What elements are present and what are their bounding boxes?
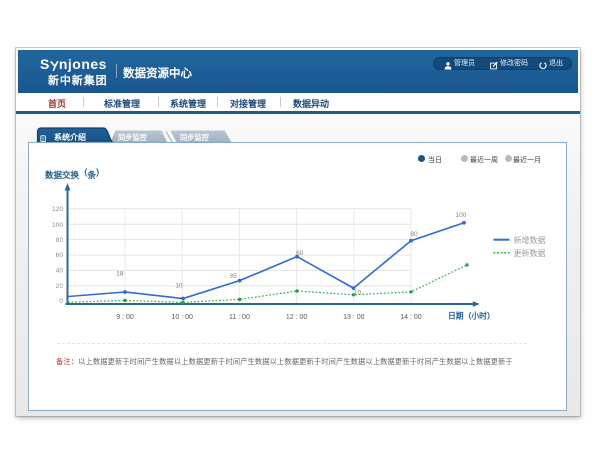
svg-text:9 : 00: 9 : 00 bbox=[116, 314, 134, 321]
svg-text:40: 40 bbox=[56, 267, 64, 274]
svg-text:日期（小时）: 日期（小时） bbox=[448, 311, 495, 321]
svg-text:80: 80 bbox=[410, 231, 418, 238]
svg-text:新增数据: 新增数据 bbox=[514, 235, 546, 245]
svg-text:60: 60 bbox=[56, 252, 64, 259]
svg-text:系统介绍: 系统介绍 bbox=[54, 132, 86, 142]
svg-text:13 : 00: 13 : 00 bbox=[343, 314, 365, 321]
svg-text:120: 120 bbox=[52, 206, 63, 213]
svg-text:100: 100 bbox=[52, 222, 63, 229]
svg-text:20: 20 bbox=[56, 283, 64, 290]
svg-text:更新数据: 更新数据 bbox=[514, 248, 546, 258]
svg-text:同步监控: 同步监控 bbox=[118, 133, 148, 142]
svg-text:60: 60 bbox=[296, 250, 304, 257]
svg-text:10: 10 bbox=[354, 290, 362, 297]
svg-text:100: 100 bbox=[456, 212, 467, 219]
svg-text:10: 10 bbox=[175, 282, 183, 289]
svg-text:11 : 00: 11 : 00 bbox=[229, 314, 250, 321]
svg-text:80: 80 bbox=[56, 237, 64, 244]
svg-text:10 : 00: 10 : 00 bbox=[171, 314, 193, 321]
svg-text:14 : 00: 14 : 00 bbox=[400, 314, 422, 321]
svg-text:12 : 00: 12 : 00 bbox=[286, 314, 308, 321]
svg-text:同步监控: 同步监控 bbox=[180, 133, 210, 142]
svg-text:18: 18 bbox=[116, 270, 124, 277]
svg-text:0: 0 bbox=[59, 298, 63, 305]
svg-text:35: 35 bbox=[229, 273, 237, 280]
